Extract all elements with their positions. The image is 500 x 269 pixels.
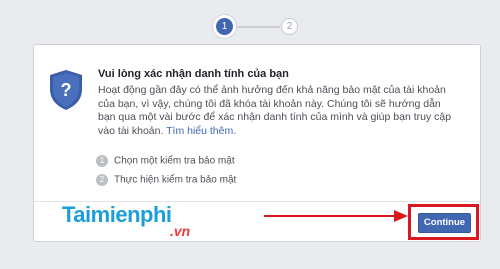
shield-question-icon: ? [50, 70, 82, 110]
step-1-indicator: 1 [216, 18, 233, 35]
option-item: 2 Thực hiện kiểm tra bảo mật [96, 174, 236, 186]
option-number-badge: 2 [96, 174, 108, 186]
card-title: Vui lòng xác nhận danh tính của bạn [98, 68, 289, 80]
option-label: Thực hiện kiểm tra bảo mật [114, 174, 237, 186]
step-2-indicator: 2 [281, 18, 298, 35]
arrow-right-icon [264, 210, 408, 222]
description-text: Hoạt động gần đây có thể ảnh hưởng đến k… [98, 84, 452, 137]
watermark-tld: .vn [170, 223, 191, 239]
continue-button[interactable]: Continue [418, 213, 471, 233]
svg-text:?: ? [61, 80, 72, 100]
learn-more-link[interactable]: Tìm hiểu thêm. [166, 125, 236, 137]
watermark-logo: Taimienphi [62, 202, 172, 227]
stepper: 1 2 [0, 15, 500, 41]
option-item: 1 Chọn một kiểm tra bảo mật [96, 155, 235, 167]
step-connector [236, 26, 280, 28]
option-number-badge: 1 [96, 155, 108, 167]
card-description: Hoạt động gần đây có thể ảnh hưởng đến k… [98, 84, 460, 138]
option-label: Chọn một kiểm tra bảo mật [114, 155, 235, 167]
